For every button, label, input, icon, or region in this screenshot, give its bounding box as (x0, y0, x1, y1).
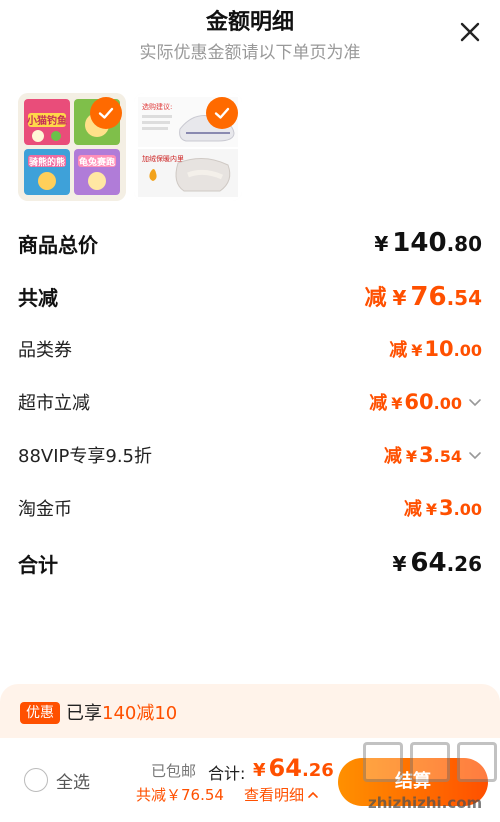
chevron-down-icon (469, 399, 481, 407)
amount-dec: .26 (446, 552, 482, 576)
select-all-label[interactable]: 全选 (56, 768, 90, 793)
close-icon (460, 22, 480, 42)
bottom-total-amount: ¥64.26 (253, 754, 334, 782)
chevron-down-icon (469, 452, 481, 460)
close-button[interactable] (458, 20, 482, 44)
checkout-button[interactable]: 结算 (338, 758, 488, 806)
selected-check[interactable] (90, 97, 122, 129)
select-all-radio[interactable] (24, 768, 48, 792)
product-thumb-books[interactable]: 小猫钓鱼 骑熊的熊 龟兔赛跑 (18, 93, 126, 201)
supermarket-discount-label: 超市立减 (18, 393, 90, 414)
reduce-prefix: 减 (403, 499, 422, 520)
amount-dec: .00 (433, 394, 462, 413)
tao-coin-amount: 减 ¥ 3 .00 (404, 495, 482, 521)
amount-int: 3 (419, 443, 434, 467)
check-icon (98, 107, 114, 119)
sheet-subtitle: 实际优惠金额请以下单页为准 (139, 43, 361, 63)
amount-int: 64 (410, 548, 447, 578)
row-tao-coin: 淘金币 减 ¥ 3 .00 (18, 492, 482, 524)
amount-int: 60 (404, 390, 434, 414)
amount-dec: .26 (301, 760, 334, 781)
subtotal-label: 商品总价 (18, 232, 98, 257)
book-title-2: 骑熊的熊 (29, 156, 65, 168)
amount-dec: .00 (453, 500, 482, 519)
sheet-header: 金额明细 实际优惠金额请以下单页为准 (0, 0, 500, 70)
amount-int: 3 (439, 496, 454, 520)
currency-symbol: ¥ (411, 341, 423, 360)
amount-details-sheet: 金额明细 实际优惠金额请以下单页为准 小猫钓鱼 骑熊的熊 龟兔赛跑 选购建议: … (0, 0, 500, 822)
check-icon (214, 107, 230, 119)
row-category-coupon: 品类券 减 ¥ 10 .00 (18, 333, 482, 365)
row-supermarket-discount[interactable]: 超市立减 减 ¥ 60 .00 (18, 386, 482, 418)
currency-symbol: ¥ (391, 394, 403, 413)
chevron-up-icon (308, 791, 318, 798)
row-subtotal: 商品总价 ¥ 140 .80 (18, 227, 482, 259)
currency-symbol: ¥ (392, 286, 407, 310)
amount-dec: .54 (433, 447, 462, 466)
bottom-saved-amount: 共减￥76.54 (136, 786, 224, 804)
total-amount: ¥ 64 .26 (392, 548, 482, 578)
currency-symbol: ¥ (392, 552, 407, 576)
bottom-bar: 全选 已包邮 合计: ¥64.26 共减￥76.54 查看明细 结算 (0, 738, 500, 822)
book-title-1: 小猫钓鱼 (26, 114, 67, 127)
row-vip-discount[interactable]: 88VIP专享9.5折 减 ¥ 3 .54 (18, 439, 482, 471)
bottom-total-label: 合计: (208, 764, 246, 783)
promo-text-highlight: 140减10 (102, 703, 178, 724)
supermarket-discount-amount: 减 ¥ 60 .00 (369, 389, 482, 415)
total-saved-label: 共减 (18, 285, 58, 310)
selected-check[interactable] (206, 97, 238, 129)
promo-badge: 优惠 (20, 702, 60, 724)
amount-dec: .00 (453, 341, 482, 360)
promo-banner: 优惠 已享140减10 (0, 684, 500, 742)
subtotal-amount: ¥ 140 .80 (374, 228, 482, 258)
total-label: 合计 (18, 552, 58, 577)
amount-int: 76 (410, 282, 447, 312)
category-coupon-label: 品类券 (18, 340, 72, 361)
reduce-prefix: 减 (383, 446, 402, 467)
vip-discount-amount: 减 ¥ 3 .54 (384, 442, 482, 468)
reduce-prefix: 减 (369, 393, 388, 414)
view-details-label: 查看明细 (244, 786, 305, 804)
total-saved-amount: 减 ¥ 76 .54 (364, 280, 482, 312)
currency-symbol: ¥ (253, 760, 266, 781)
promo-text: 已享140减10 (66, 699, 177, 725)
currency-symbol: ¥ (374, 232, 389, 256)
amount-dec: .80 (446, 232, 482, 256)
amount-dec: .54 (446, 286, 482, 310)
sheet-title: 金额明细 (205, 10, 294, 35)
reduce-prefix: 减 (364, 286, 387, 311)
book-title-3: 龟兔赛跑 (79, 156, 115, 168)
promo-text-prefix: 已享 (66, 703, 102, 724)
amount-int: 140 (392, 228, 447, 258)
amount-int: 64 (268, 754, 302, 782)
view-details-link[interactable]: 查看明细 (244, 784, 319, 805)
category-coupon-amount: 减 ¥ 10 .00 (389, 336, 482, 362)
vip-discount-label: 88VIP专享9.5折 (18, 446, 153, 467)
free-shipping-label: 已包邮 (151, 762, 197, 780)
product-thumb-shoes[interactable]: 选购建议: 加绒保暖内里 (134, 93, 242, 201)
row-total-saved: 共减 减 ¥ 76 .54 (18, 280, 482, 312)
tao-coin-label: 淘金币 (18, 499, 72, 520)
shoe-lining-label: 加绒保暖内里 (142, 154, 184, 163)
shoe-tip-label: 选购建议: (142, 102, 172, 111)
amount-int: 10 (424, 337, 454, 361)
reduce-prefix: 减 (389, 340, 408, 361)
product-thumbnails: 小猫钓鱼 骑熊的熊 龟兔赛跑 选购建议: 加绒保暖内里 (18, 93, 242, 205)
row-total: 合计 ¥ 64 .26 (18, 547, 482, 579)
currency-symbol: ¥ (405, 447, 418, 466)
currency-symbol: ¥ (425, 500, 438, 519)
